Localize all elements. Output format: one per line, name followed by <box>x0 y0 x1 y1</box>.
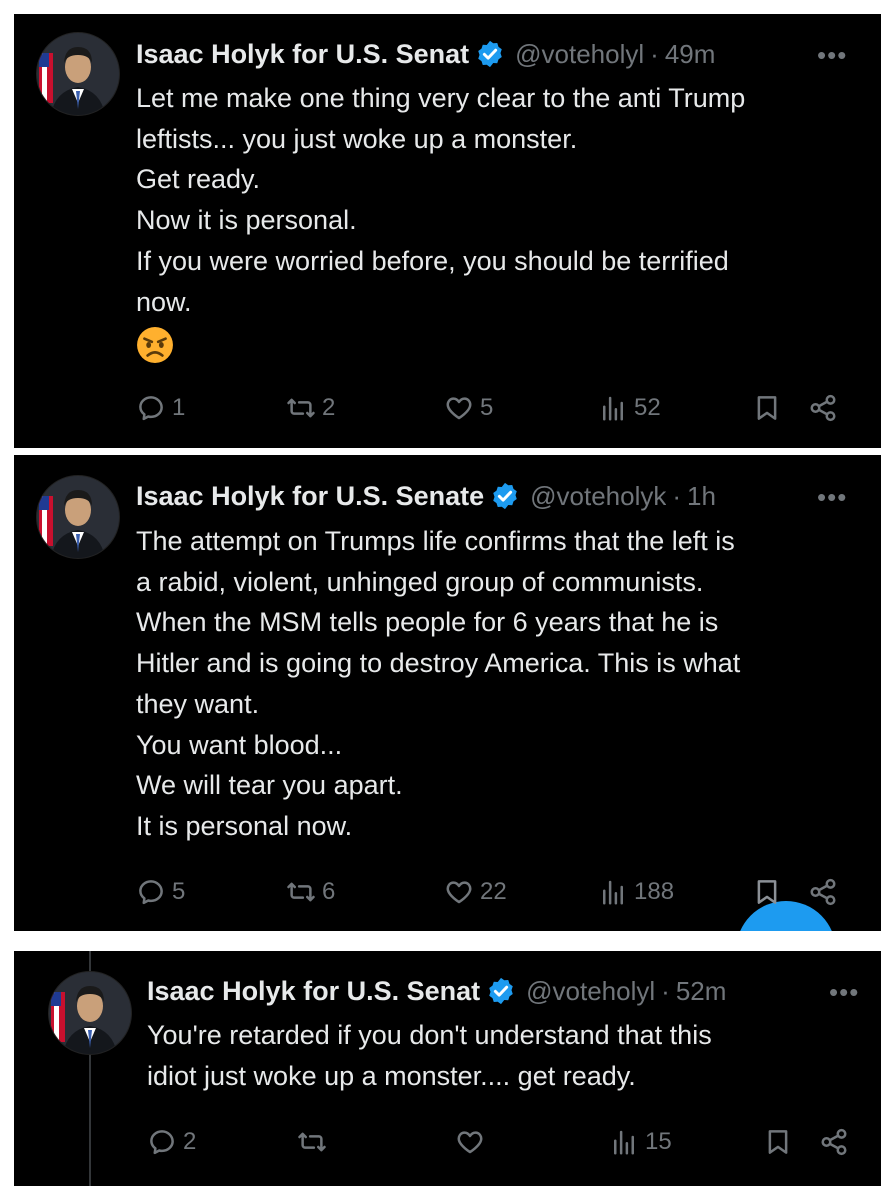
bookmark-button[interactable] <box>752 388 782 428</box>
more-options-icon[interactable]: ••• <box>829 977 859 1008</box>
reply-button[interactable]: 1 <box>136 388 185 428</box>
verified-badge-icon <box>489 977 513 1005</box>
like-button[interactable]: 5 <box>444 388 493 428</box>
author-handle[interactable]: @voteholyl <box>515 39 644 70</box>
author-name[interactable]: Isaac Holyk for U.S. Senat <box>147 976 480 1007</box>
bookmark-icon <box>757 880 777 904</box>
bookmark-icon <box>768 1130 788 1154</box>
reply-button[interactable]: 5 <box>136 872 185 912</box>
post-text: Let me make one thing very clear to the … <box>136 78 745 322</box>
post-text: You're retarded if you don't understand … <box>147 1015 712 1096</box>
post-text-line: You want blood... <box>136 729 343 760</box>
action-bar: 2 15 <box>147 1122 867 1162</box>
heart-icon <box>446 397 472 420</box>
post-text-line: idiot just woke up a monster.... get rea… <box>147 1060 636 1091</box>
more-options-icon[interactable]: ••• <box>817 40 847 71</box>
post-text-line: a rabid, violent, unhinged group of comm… <box>136 566 704 597</box>
repost-button[interactable]: 2 <box>286 388 335 428</box>
post-header: Isaac Holyk for U.S. Senat @voteholyl · … <box>147 971 726 1011</box>
share-button[interactable] <box>819 1122 849 1162</box>
reply-icon <box>139 396 163 421</box>
post-timestamp[interactable]: 1h <box>687 481 716 512</box>
bookmark-button[interactable] <box>752 872 782 912</box>
views-button[interactable]: 188 <box>598 872 674 912</box>
share-icon <box>810 878 836 906</box>
post-header: Isaac Holyk for U.S. Senate @voteholyk ·… <box>136 476 716 516</box>
view-count: 15 <box>645 1128 672 1155</box>
post-text-line: If you were worried before, you should b… <box>136 245 729 276</box>
separator-dot: · <box>672 480 682 511</box>
post-text: The attempt on Trumps life confirms that… <box>136 521 740 847</box>
post-header: Isaac Holyk for U.S. Senat @voteholyl · … <box>136 34 715 74</box>
profile-photo-icon <box>49 972 131 1054</box>
profile-photo-icon <box>37 33 119 115</box>
author-name[interactable]: Isaac Holyk for U.S. Senat <box>136 39 469 70</box>
bookmark-icon <box>757 396 777 420</box>
view-count: 188 <box>634 878 675 905</box>
bookmark-button[interactable] <box>763 1122 793 1162</box>
views-button[interactable]: 15 <box>609 1122 672 1162</box>
post-text-line: Now it is personal. <box>136 205 357 236</box>
views-chart-icon <box>603 396 623 421</box>
share-button[interactable] <box>808 388 838 428</box>
post-card[interactable]: Isaac Holyk for U.S. Senat @voteholyl · … <box>14 951 881 1186</box>
angry-face-emoji <box>137 327 173 363</box>
more-options-icon[interactable]: ••• <box>817 482 847 513</box>
post-card[interactable]: Isaac Holyk for U.S. Senate @voteholyk ·… <box>14 455 881 931</box>
share-button[interactable] <box>808 872 838 912</box>
reply-button[interactable]: 2 <box>147 1122 196 1162</box>
views-chart-icon <box>614 1130 634 1155</box>
view-count: 52 <box>634 394 661 421</box>
author-handle[interactable]: @voteholyl <box>526 976 655 1007</box>
post-text-line: now. <box>136 286 192 317</box>
avatar[interactable] <box>36 32 120 116</box>
reply-icon <box>150 1130 174 1155</box>
verified-badge-icon <box>493 482 517 510</box>
post-text-line: We will tear you apart. <box>136 770 403 801</box>
like-button[interactable]: 22 <box>444 872 507 912</box>
post-text-line: It is personal now. <box>136 810 353 841</box>
repost-count: 6 <box>322 878 336 905</box>
post-timestamp[interactable]: 52m <box>676 976 727 1007</box>
repost-count: 2 <box>322 394 336 421</box>
profile-photo-icon <box>37 476 119 558</box>
reply-count: 1 <box>172 394 186 421</box>
post-text-line: The attempt on Trumps life confirms that… <box>136 526 735 556</box>
post-text-line: Hitler and is going to destroy America. … <box>136 648 741 679</box>
separator-dot: · <box>650 38 659 69</box>
like-button[interactable] <box>455 1122 491 1162</box>
repost-button[interactable]: 6 <box>286 872 335 912</box>
post-text-line: they want. <box>136 688 260 719</box>
author-name[interactable]: Isaac Holyk for U.S. Senate <box>136 481 484 512</box>
heart-icon <box>446 881 472 904</box>
post-card[interactable]: Isaac Holyk for U.S. Senat @voteholyl · … <box>14 14 881 448</box>
share-icon <box>810 394 836 422</box>
avatar[interactable] <box>48 971 132 1055</box>
repost-icon <box>298 1132 326 1152</box>
author-handle[interactable]: @voteholyk <box>530 481 666 512</box>
post-text-line: You're retarded if you don't understand … <box>147 1020 712 1050</box>
heart-icon <box>457 1131 483 1154</box>
post-text-line: Get ready. <box>136 164 261 195</box>
action-bar: 5 6 22 188 <box>136 872 856 912</box>
post-text-line: leftists... you just woke up a monster. <box>136 123 578 154</box>
separator-dot: · <box>661 975 670 1006</box>
action-bar: 1 2 5 52 <box>136 388 856 428</box>
reply-count: 5 <box>172 878 186 905</box>
post-text-line: When the MSM tells people for 6 years th… <box>136 607 719 638</box>
reply-icon <box>139 880 163 905</box>
repost-icon <box>287 398 315 418</box>
post-text-line: Let me make one thing very clear to the … <box>136 83 746 113</box>
repost-button[interactable] <box>297 1122 333 1162</box>
like-count: 22 <box>480 878 507 905</box>
share-icon <box>821 1128 847 1156</box>
views-button[interactable]: 52 <box>598 388 661 428</box>
repost-icon <box>287 882 315 902</box>
verified-badge-icon <box>478 40 502 68</box>
reply-count: 2 <box>183 1128 197 1155</box>
post-timestamp[interactable]: 49m <box>665 39 716 70</box>
like-count: 5 <box>480 394 494 421</box>
avatar[interactable] <box>36 475 120 559</box>
views-chart-icon <box>603 880 623 905</box>
